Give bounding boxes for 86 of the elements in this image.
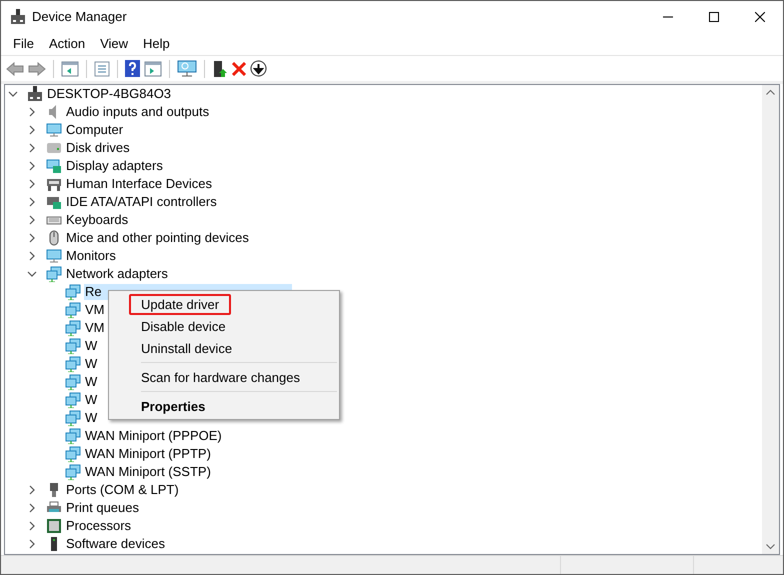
scrollbar[interactable]: [762, 85, 779, 554]
tree-item[interactable]: Print queues: [65, 500, 140, 516]
window-icon[interactable]: [61, 60, 79, 76]
tree-item[interactable]: DESKTOP-4BG84O3: [46, 86, 172, 102]
menu-item[interactable]: Disable device: [129, 316, 238, 336]
collapse-chevron-icon[interactable]: [8, 89, 18, 99]
menu-item[interactable]: File: [6, 32, 41, 56]
scroll-down-icon[interactable]: [766, 544, 775, 550]
expand-chevron-icon[interactable]: [27, 503, 37, 513]
tree-item[interactable]: W: [84, 410, 98, 426]
device-icon: [65, 284, 81, 300]
tree-item[interactable]: Software devices: [65, 536, 166, 552]
device-icon: [46, 158, 62, 174]
tree-item[interactable]: Mice and other pointing devices: [65, 230, 250, 246]
tree-item[interactable]: Ports (COM & LPT): [65, 482, 180, 498]
remove-icon[interactable]: [232, 62, 246, 76]
tree-item[interactable]: W: [84, 392, 98, 408]
expand-chevron-icon[interactable]: [27, 539, 37, 549]
device-icon: [46, 518, 62, 534]
close-icon[interactable]: [755, 12, 765, 22]
menu-item[interactable]: Help: [136, 32, 177, 56]
tree-item[interactable]: WAN Miniport (PPTP): [84, 446, 212, 462]
expand-chevron-icon[interactable]: [27, 521, 37, 531]
menu-item[interactable]: Uninstall device: [129, 338, 244, 358]
maximize-icon[interactable]: [709, 12, 719, 22]
tree-item[interactable]: Display adapters: [65, 158, 164, 174]
device-icon: [65, 392, 81, 408]
expand-chevron-icon[interactable]: [27, 485, 37, 495]
device-icon: [46, 194, 62, 210]
scroll-up-icon[interactable]: [766, 89, 775, 95]
tree-item[interactable]: Audio inputs and outputs: [65, 104, 210, 120]
forward-icon[interactable]: [28, 62, 46, 76]
device-icon: [46, 122, 62, 138]
tree-item[interactable]: Computer: [65, 122, 124, 138]
tree-item[interactable]: VM: [84, 302, 106, 318]
tree-item[interactable]: WAN Miniport (PPPOE): [84, 428, 223, 444]
computer-icon: [10, 9, 26, 25]
tree-item[interactable]: W: [84, 338, 98, 354]
tree-item[interactable]: Human Interface Devices: [65, 176, 213, 192]
window-title: Device Manager: [32, 8, 127, 26]
help-icon[interactable]: [125, 60, 140, 77]
back-icon[interactable]: [6, 62, 24, 76]
menu-item[interactable]: Properties: [129, 396, 218, 416]
window-icon[interactable]: [144, 60, 162, 76]
device-icon: [46, 140, 62, 156]
menu-item[interactable]: Update driver: [129, 294, 232, 314]
device-icon: [65, 374, 81, 390]
tree-item[interactable]: Disk drives: [65, 140, 131, 156]
expand-chevron-icon[interactable]: [27, 143, 37, 153]
expand-chevron-icon[interactable]: [27, 161, 37, 171]
device-update-icon[interactable]: [212, 60, 228, 78]
menu-item[interactable]: Scan for hardware changes: [129, 366, 312, 388]
menu-item[interactable]: View: [93, 32, 136, 56]
tree-item[interactable]: Network adapters: [65, 266, 169, 282]
tree-item[interactable]: W: [84, 374, 98, 390]
monitor-search-icon[interactable]: [177, 60, 197, 77]
expand-chevron-icon[interactable]: [27, 233, 37, 243]
device-icon: [65, 320, 81, 336]
expand-chevron-icon[interactable]: [27, 215, 37, 225]
device-icon: [65, 356, 81, 372]
device-icon: [65, 410, 81, 426]
expand-chevron-icon[interactable]: [27, 125, 37, 135]
collapse-chevron-icon[interactable]: [27, 269, 37, 279]
device-icon: [65, 446, 81, 462]
tree-item[interactable]: VM: [84, 320, 106, 336]
expand-chevron-icon[interactable]: [27, 179, 37, 189]
device-icon: [46, 176, 62, 192]
device-icon: [65, 302, 81, 318]
properties-icon[interactable]: [94, 60, 110, 76]
device-icon: [27, 86, 43, 102]
device-icon: [46, 266, 62, 282]
expand-chevron-icon[interactable]: [27, 197, 37, 207]
device-icon: [46, 248, 62, 264]
device-icon: [65, 338, 81, 354]
expand-chevron-icon[interactable]: [27, 251, 37, 261]
tree-item[interactable]: Keyboards: [65, 212, 130, 228]
download-icon[interactable]: [250, 60, 267, 77]
tree-item[interactable]: Monitors: [65, 248, 117, 264]
expand-chevron-icon[interactable]: [27, 107, 37, 117]
device-icon: [65, 428, 81, 444]
tree-item[interactable]: Processors: [65, 518, 132, 534]
menu-item[interactable]: Action: [42, 32, 92, 56]
tree-item[interactable]: WAN Miniport (SSTP): [84, 464, 212, 480]
tree-item[interactable]: W: [84, 356, 98, 372]
tree-item[interactable]: IDE ATA/ATAPI controllers: [65, 194, 218, 210]
device-icon: [65, 464, 81, 480]
